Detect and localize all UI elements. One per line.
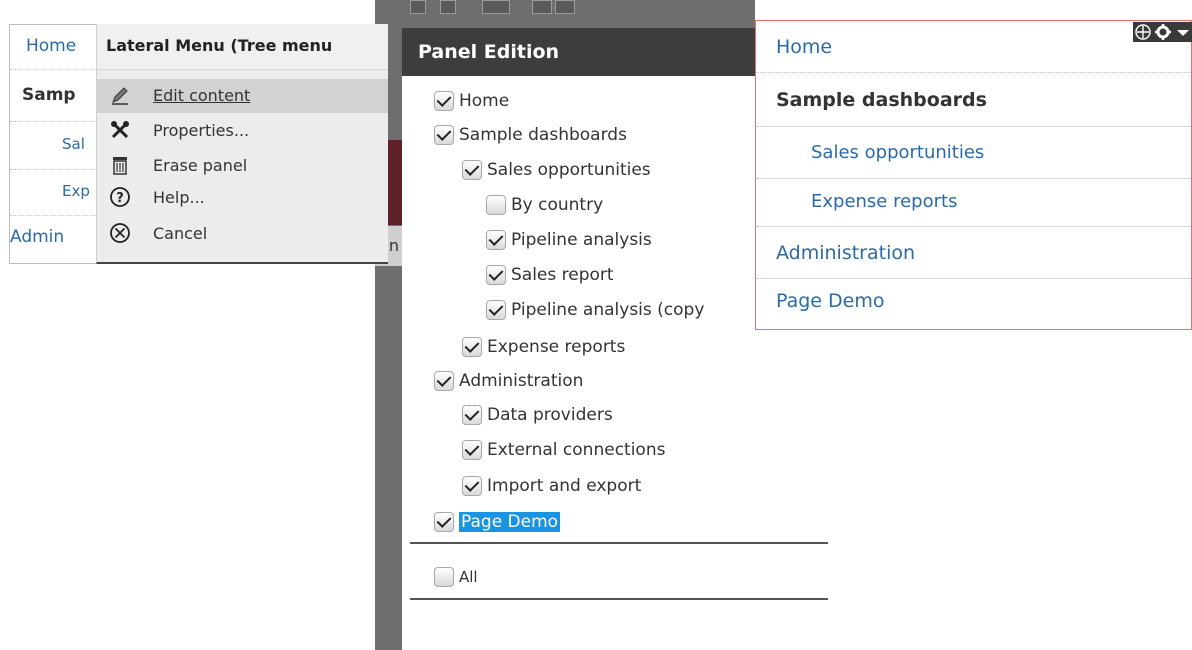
checkbox-label: Expense reports [487,337,626,357]
divider [410,542,828,544]
cancel-icon [109,222,131,244]
tree-checkbox-sales-opportunities[interactable]: Sales opportunities [462,153,651,187]
tools-icon [109,119,131,141]
checkbox[interactable] [486,265,506,285]
properties-menu-item[interactable]: Properties... [97,114,388,148]
tree-checkbox-sales-report[interactable]: Sales report [486,258,614,292]
checkbox[interactable] [462,337,482,357]
checkbox[interactable] [486,230,506,250]
preview-item-expense-reports[interactable]: Expense reports [756,179,1191,227]
help-menu-item[interactable]: ? Help... [97,181,388,215]
checkbox[interactable] [434,125,454,145]
panel-toolbar [1133,22,1192,42]
checkbox-label: External connections [487,440,666,460]
checkbox-label-selected: Page Demo [459,512,561,532]
select-all-checkbox-row[interactable]: All [434,560,478,594]
checkbox-label: Pipeline analysis (copy [511,300,705,320]
move-icon[interactable] [1133,22,1153,42]
checkbox[interactable] [434,91,454,111]
preview-item-page-demo[interactable]: Page Demo [756,279,1191,329]
select-all-label: All [459,568,478,586]
checkbox[interactable] [462,440,482,460]
checkbox-label: Home [459,91,510,111]
toolbar-button[interactable] [410,0,426,14]
checkbox[interactable] [462,476,482,496]
preview-item-home[interactable]: Home [756,21,1191,73]
tree-checkbox-home[interactable]: Home [434,84,509,118]
tree-checkbox-external-connections[interactable]: External connections [462,433,665,467]
checkbox[interactable] [486,195,506,215]
checkbox-label: Sales report [511,265,614,285]
pencil-icon [109,84,131,106]
properties-label: Properties... [153,121,250,140]
toolbar-button[interactable] [440,0,456,14]
preview-item-sales-opportunities[interactable]: Sales opportunities [756,127,1191,179]
help-icon: ? [109,186,131,208]
toolbar-button[interactable] [482,0,510,14]
tree-checkbox-pipeline-analysis[interactable]: Pipeline analysis [486,223,652,257]
erase-panel-menu-item[interactable]: Erase panel [97,149,388,183]
checkbox[interactable] [462,405,482,425]
cancel-menu-item[interactable]: Cancel [97,217,388,251]
select-all-checkbox[interactable] [434,567,454,587]
dropdown-icon[interactable] [1173,22,1192,42]
toolbar-button[interactable] [532,0,552,14]
edit-content-menu-item[interactable]: Edit content [97,79,388,113]
edit-content-label: Edit content [153,86,251,105]
tree-checkbox-pipeline-analysis-copy[interactable]: Pipeline analysis (copy [486,293,704,327]
svg-text:?: ? [116,191,124,206]
preview-item-sample-dashboards[interactable]: Sample dashboards [756,73,1191,127]
divider [410,598,828,600]
context-menu: Lateral Menu (Tree menu Edit content Pro… [96,24,388,264]
erase-panel-label: Erase panel [153,156,248,175]
cancel-label: Cancel [153,224,208,243]
help-label: Help... [153,188,205,207]
tree-checkbox-sample-dashboards[interactable]: Sample dashboards [434,118,627,152]
toolbar-button[interactable] [555,0,575,14]
checkbox[interactable] [462,160,482,180]
tree-checkbox-expense-reports[interactable]: Expense reports [462,330,625,364]
context-menu-title: Lateral Menu (Tree menu [97,24,388,70]
checkbox-label: By country [511,195,604,215]
checkbox[interactable] [434,512,454,532]
preview-item-administration[interactable]: Administration [756,227,1191,279]
checkbox-label: Sales opportunities [487,160,651,180]
checkbox[interactable] [486,300,506,320]
tree-checkbox-page-demo[interactable]: Page Demo [434,505,561,539]
gear-icon[interactable] [1153,22,1173,42]
checkbox[interactable] [434,371,454,391]
tree-checkbox-data-providers[interactable]: Data providers [462,398,613,432]
tree-checkbox-import-and-export[interactable]: Import and export [462,469,641,503]
tree-checkbox-administration[interactable]: Administration [434,364,583,398]
trash-icon [109,154,131,176]
tree-checkbox-by-country[interactable]: By country [486,188,603,222]
checkbox-label: Import and export [487,476,642,496]
checkbox-label: Data providers [487,405,613,425]
checkbox-label: Pipeline analysis [511,230,652,250]
checkbox-label: Sample dashboards [459,125,627,145]
checkbox-label: Administration [459,371,584,391]
tree-menu-preview: Home Sample dashboards Sales opportuniti… [755,20,1192,330]
